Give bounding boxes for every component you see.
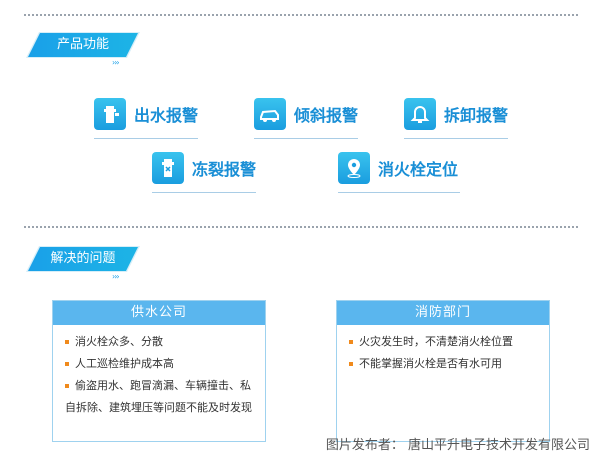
image-source-caption: 图片发布者： 唐山平升电子技术开发有限公司	[325, 438, 590, 453]
hydrant-water-icon	[94, 98, 126, 130]
tag-arrows: ›››	[112, 272, 120, 281]
feature-hydrant-location: 消火栓定位	[338, 152, 460, 193]
feature-label: 出水报警	[134, 106, 199, 125]
card-list: 火灾发生时，不清楚消火栓位置 不能掌握消火栓是否有水可用	[337, 325, 549, 375]
feature-underline	[404, 138, 508, 139]
list-item: 火灾发生时，不清楚消火栓位置	[349, 331, 537, 353]
feature-underline	[338, 192, 460, 193]
tilted-car-icon	[254, 98, 286, 130]
feature-underline	[94, 138, 198, 139]
tag-arrows: ›››	[112, 58, 120, 67]
feature-underline	[254, 138, 358, 139]
card-water-company: 供水公司 消火栓众多、分散 人工巡检维护成本高 偷盗用水、跑冒滴漏、车辆撞击、私…	[52, 300, 266, 442]
feature-underline	[152, 192, 256, 193]
feature-label: 消火栓定位	[378, 160, 459, 179]
feature-freeze-alarm: 冻裂报警	[152, 152, 257, 193]
card-fire-department: 消防部门 火灾发生时，不清楚消火栓位置 不能掌握消火栓是否有水可用	[336, 300, 550, 442]
list-item: 偷盗用水、跑冒滴漏、车辆撞击、私	[65, 375, 253, 397]
feature-disassembly-alarm: 拆卸报警	[404, 98, 509, 139]
card-list: 消火栓众多、分散 人工巡检维护成本高 偷盗用水、跑冒滴漏、车辆撞击、私 自拆除、…	[53, 325, 265, 419]
list-item: 自拆除、建筑埋压等问题不能及时发现	[65, 401, 252, 414]
feature-water-alarm: 出水报警	[94, 98, 199, 139]
section-title-problems: 解决的问题	[28, 247, 138, 271]
divider-top	[24, 14, 578, 16]
feature-label: 倾斜报警	[294, 106, 359, 125]
section-title-features: 产品功能	[28, 33, 138, 57]
divider-middle	[24, 226, 578, 228]
frozen-hydrant-icon	[152, 152, 184, 184]
feature-label: 拆卸报警	[444, 106, 509, 125]
feature-tilt-alarm: 倾斜报警	[254, 98, 359, 139]
list-item: 消火栓众多、分散	[65, 331, 253, 353]
location-pin-icon	[338, 152, 370, 184]
card-title: 供水公司	[53, 301, 265, 325]
bell-icon	[404, 98, 436, 130]
list-item: 人工巡检维护成本高	[65, 353, 253, 375]
list-item: 不能掌握消火栓是否有水可用	[349, 353, 537, 375]
feature-label: 冻裂报警	[192, 160, 257, 179]
card-title: 消防部门	[337, 301, 549, 325]
